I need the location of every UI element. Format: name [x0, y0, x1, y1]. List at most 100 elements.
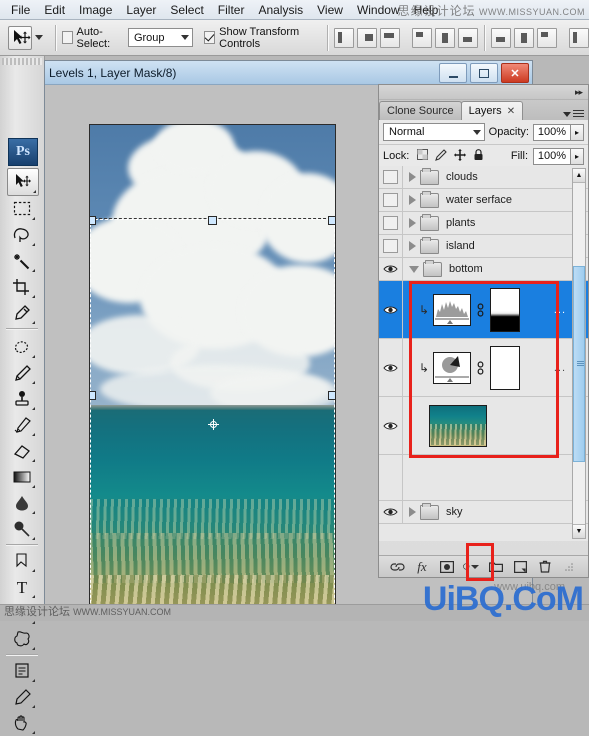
link-mask-icon[interactable]: [476, 360, 485, 375]
scroll-down-arrow-icon[interactable]: ▼: [573, 524, 585, 538]
gradient-tool[interactable]: [7, 464, 37, 490]
blur-tool[interactable]: [7, 490, 37, 516]
align-bottom-edges-icon[interactable]: [458, 27, 479, 48]
levels-histogram-thumbnail[interactable]: [433, 293, 472, 326]
layer-row-reef-image[interactable]: [379, 397, 588, 455]
tab-layers[interactable]: Layers ✕: [460, 101, 524, 120]
healing-brush-tool[interactable]: [7, 334, 37, 360]
visibility-toggle[interactable]: [379, 258, 403, 280]
menu-item-edit[interactable]: Edit: [37, 1, 72, 19]
opacity-slider-arrow-icon[interactable]: ▸: [571, 123, 584, 141]
history-brush-tool[interactable]: [7, 412, 37, 438]
add-layer-mask-icon[interactable]: [439, 559, 455, 574]
panel-collapse-bar[interactable]: ▸▸: [379, 85, 588, 100]
layer-mask-thumbnail[interactable]: [490, 345, 521, 390]
align-horizontal-centers-icon[interactable]: [357, 27, 378, 48]
align-vertical-centers-icon[interactable]: [435, 27, 456, 48]
panel-resize-grip-icon[interactable]: [562, 559, 578, 574]
transform-handle[interactable]: [328, 391, 335, 400]
scroll-up-arrow-icon[interactable]: ▲: [573, 169, 585, 183]
layer-row-water-serface[interactable]: water serface: [379, 189, 588, 212]
brush-tool[interactable]: [7, 360, 37, 386]
document-title-bar[interactable]: Levels 1, Layer Mask/8) ✕: [45, 61, 532, 85]
eyedropper-secondary-tool[interactable]: [7, 684, 37, 710]
fill-input[interactable]: 100%: [533, 147, 571, 165]
document-image[interactable]: [89, 124, 336, 604]
menu-item-view[interactable]: View: [310, 1, 350, 19]
hand-tool[interactable]: [7, 710, 37, 736]
show-transform-controls-checkbox[interactable]: [204, 31, 216, 44]
menu-item-select[interactable]: Select: [163, 1, 210, 19]
image-layer-thumbnail[interactable]: [429, 404, 487, 447]
opacity-input[interactable]: 100%: [533, 123, 571, 141]
transform-handle[interactable]: [90, 391, 96, 400]
link-layers-icon[interactable]: [389, 559, 405, 574]
pen-tool[interactable]: [7, 548, 37, 574]
layer-row-curves-adjustment[interactable]: ↳ ...: [379, 339, 588, 397]
link-mask-icon[interactable]: [476, 302, 485, 317]
lasso-tool[interactable]: [7, 222, 37, 248]
eraser-tool[interactable]: [7, 438, 37, 464]
group-expand-chevron-icon[interactable]: [409, 241, 416, 251]
horizontal-type-tool[interactable]: T: [7, 574, 37, 600]
eyedropper-tool[interactable]: [7, 300, 37, 326]
layer-row-clouds[interactable]: clouds: [379, 166, 588, 189]
move-tool[interactable]: [7, 168, 39, 196]
fill-slider-arrow-icon[interactable]: ▸: [571, 147, 584, 165]
group-expand-chevron-icon[interactable]: [409, 218, 416, 228]
tab-clone-source[interactable]: Clone Source: [379, 101, 462, 120]
visibility-toggle[interactable]: [379, 235, 403, 257]
menu-item-window[interactable]: Window: [350, 1, 407, 19]
menu-item-filter[interactable]: Filter: [211, 1, 252, 19]
distribute-vertical-center-icon[interactable]: [514, 27, 534, 48]
minimize-button[interactable]: [439, 63, 467, 83]
create-group-icon[interactable]: [488, 559, 504, 574]
dodge-tool[interactable]: [7, 516, 37, 542]
maximize-button[interactable]: [470, 63, 498, 83]
visibility-toggle[interactable]: [379, 189, 403, 211]
layer-mask-thumbnail[interactable]: [490, 287, 521, 332]
layer-list[interactable]: clouds water serface plants island botto…: [379, 166, 588, 541]
menu-item-file[interactable]: File: [4, 1, 37, 19]
group-collapse-chevron-icon[interactable]: [409, 265, 419, 273]
create-new-layer-icon[interactable]: [512, 559, 528, 574]
clone-stamp-tool[interactable]: [7, 386, 37, 412]
auto-select-checkbox[interactable]: [61, 31, 73, 44]
active-tool-preset-picker[interactable]: [0, 25, 49, 50]
menu-item-help[interactable]: Help: [407, 1, 446, 19]
custom-shape-tool[interactable]: [7, 626, 37, 652]
adjustment-thumbnail[interactable]: [433, 351, 472, 384]
menu-item-image[interactable]: Image: [72, 1, 119, 19]
panel-menu-button[interactable]: [563, 110, 584, 119]
collapse-to-icons-icon[interactable]: ▸▸: [575, 87, 583, 98]
lock-transparent-pixels-icon[interactable]: [417, 149, 429, 163]
close-button[interactable]: ✕: [501, 63, 529, 83]
distribute-left-icon[interactable]: [569, 27, 589, 48]
menu-item-analysis[interactable]: Analysis: [251, 1, 310, 19]
auto-select-scope-dropdown[interactable]: Group: [127, 28, 194, 47]
visibility-toggle[interactable]: [379, 212, 403, 234]
lock-image-pixels-icon[interactable]: [435, 148, 448, 164]
visibility-toggle[interactable]: [379, 166, 403, 188]
group-expand-chevron-icon[interactable]: [409, 507, 416, 517]
group-expand-chevron-icon[interactable]: [409, 172, 416, 182]
scrollbar-thumb[interactable]: [573, 266, 585, 462]
crop-tool[interactable]: [7, 274, 37, 300]
toolbox-drag-handle[interactable]: [2, 58, 42, 65]
add-layer-style-icon[interactable]: fx: [414, 559, 430, 574]
layer-row-plants[interactable]: plants: [379, 212, 588, 235]
close-icon[interactable]: ✕: [507, 106, 515, 117]
create-adjustment-layer-icon[interactable]: [463, 559, 480, 574]
rectangular-marquee-tool[interactable]: [7, 196, 37, 222]
layer-row-island[interactable]: island: [379, 235, 588, 258]
visibility-toggle-empty[interactable]: [379, 455, 403, 500]
layer-row-bottom[interactable]: bottom: [379, 258, 588, 281]
menu-item-layer[interactable]: Layer: [119, 1, 163, 19]
layer-list-scrollbar[interactable]: ▲ ▼: [572, 168, 586, 539]
magic-wand-tool[interactable]: [7, 248, 37, 274]
align-right-edges-icon[interactable]: [380, 27, 401, 48]
delete-layer-icon[interactable]: [537, 559, 553, 574]
layer-row-levels-adjustment[interactable]: ↳ ...: [379, 281, 588, 339]
notes-tool[interactable]: [7, 658, 37, 684]
visibility-toggle[interactable]: [379, 501, 403, 523]
